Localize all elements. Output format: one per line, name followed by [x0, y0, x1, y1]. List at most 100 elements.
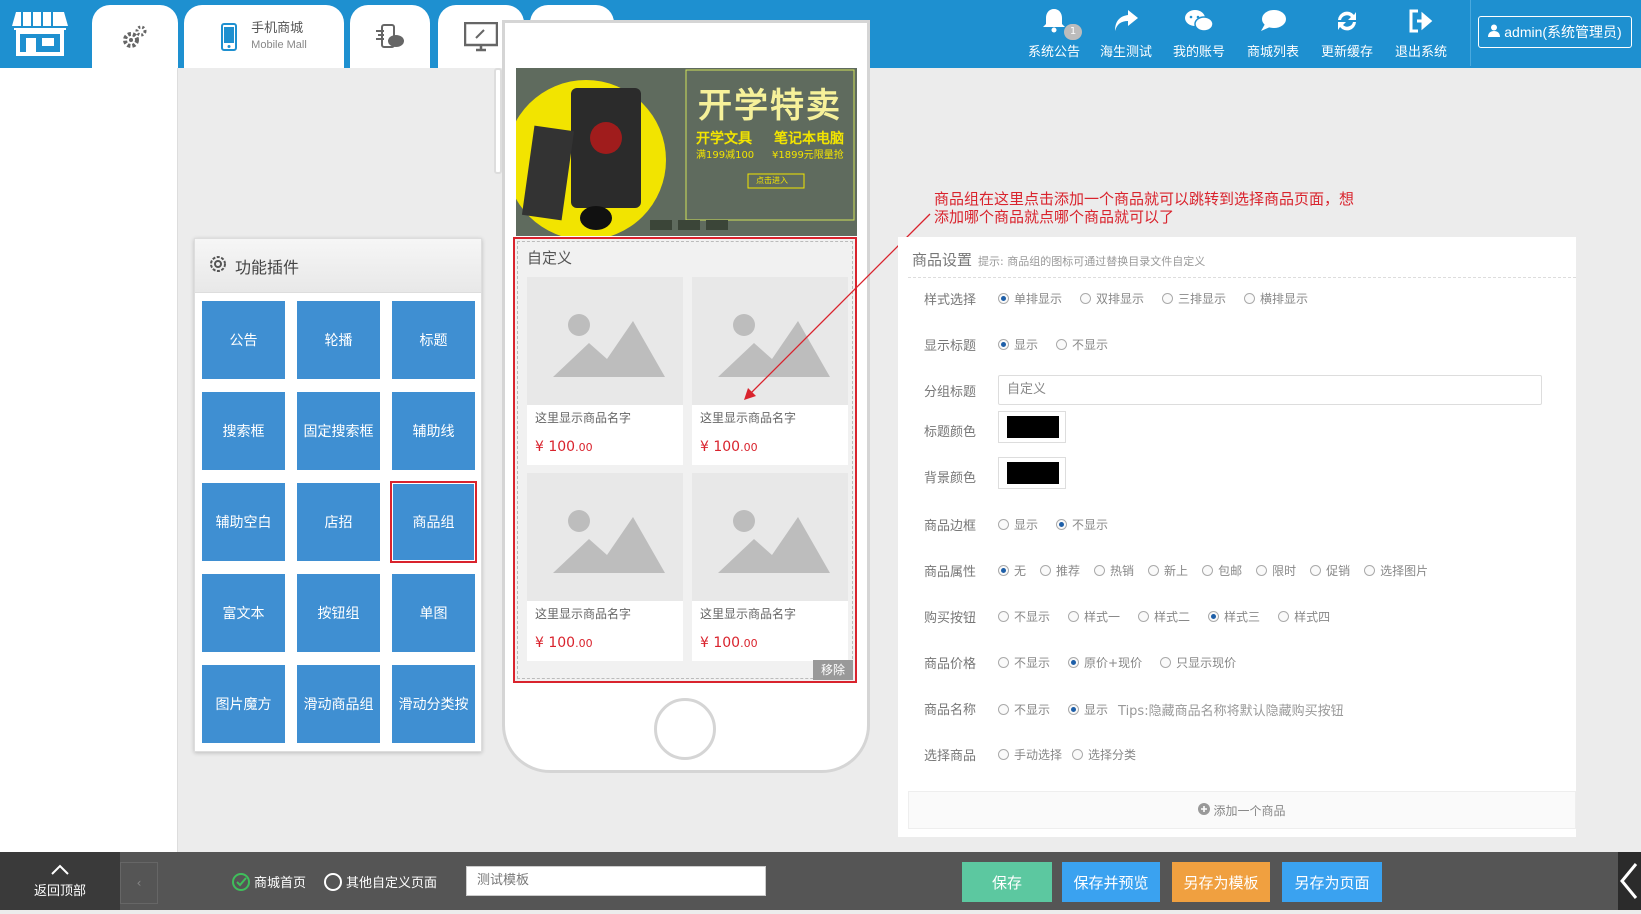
radio-buy-style2[interactable]: 样式二 [1138, 608, 1190, 625]
radio-border-show[interactable]: 显示 [998, 516, 1038, 533]
radio-select-category[interactable]: 选择分类 [1072, 746, 1136, 763]
banner-headline: 开学特卖 [698, 86, 842, 126]
nav-label: 我的账号 [1172, 45, 1225, 60]
plugin-fixed-search[interactable]: 固定搜索框 [297, 392, 380, 470]
radio-hide-title[interactable]: 不显示 [1056, 336, 1108, 353]
radio-style-triple[interactable]: 三排显示 [1162, 290, 1226, 307]
tab-settings[interactable] [92, 5, 178, 68]
nav-logout[interactable]: 退出系统 [1392, 8, 1450, 60]
save-template-button[interactable]: 另存为模板 [1172, 862, 1270, 902]
plus-circle-icon [1198, 802, 1211, 818]
plugin-rich-text[interactable]: 富文本 [202, 574, 285, 652]
admin-label: admin(系统管理员) [1504, 24, 1622, 40]
plugin-notice[interactable]: 公告 [202, 301, 285, 379]
radio-mall-home[interactable]: 商城首页 [232, 872, 306, 891]
bg-color-picker[interactable] [998, 457, 1066, 489]
title-color-picker[interactable] [998, 411, 1066, 443]
nav-system-notice[interactable]: 1 系统公告 [1026, 8, 1082, 60]
remove-button[interactable]: 移除 [813, 660, 853, 680]
goods-card[interactable]: 这里显示商品名字 ¥ 100.00 [527, 277, 683, 465]
group-title-label: 分组标题 [924, 385, 977, 400]
tab-mobile-mall[interactable]: 手机商城 Mobile Mall [184, 5, 344, 68]
radio-name-hide[interactable]: 不显示 [998, 700, 1050, 719]
back-top-label: 返回顶部 [33, 883, 86, 899]
group-title-input[interactable]: 自定义 [998, 375, 1542, 405]
back-to-top-button[interactable]: 返回顶部 [0, 852, 120, 910]
select-radio-group: 手动选择 选择分类 [998, 746, 1136, 763]
radio-attr-recommend[interactable]: 推荐 [1040, 562, 1080, 579]
template-name-input[interactable]: 测试模板 [466, 866, 766, 896]
radio-custom-page[interactable]: 其他自定义页面 [324, 872, 437, 891]
nav-test[interactable]: 海生测试 [1098, 8, 1154, 60]
plugin-carousel[interactable]: 轮播 [297, 301, 380, 379]
plugin-single-image[interactable]: 单图 [392, 574, 475, 652]
plugin-slide-goods[interactable]: 滑动商品组 [297, 665, 380, 743]
radio-attr-hot[interactable]: 热销 [1094, 562, 1134, 579]
plugin-goods-group[interactable]: 商品组 [390, 481, 477, 563]
user-icon [1488, 24, 1501, 40]
radio-buy-hide[interactable]: 不显示 [998, 608, 1050, 625]
banner-left-title: 开学文具 [696, 131, 752, 147]
radio-attr-new[interactable]: 新上 [1148, 562, 1188, 579]
admin-button[interactable]: admin(系统管理员) [1478, 16, 1632, 48]
border-label: 商品边框 [924, 519, 977, 534]
plugin-panel: 功能插件 公告 轮播 标题 搜索框 固定搜索框 辅助线 辅助空白 店招 商品组 … [194, 238, 482, 752]
goods-price: ¥ 100.00 [535, 439, 593, 455]
save-preview-button[interactable]: 保存并预览 [1062, 862, 1160, 902]
nav-refresh-cache[interactable]: 更新缓存 [1318, 8, 1376, 60]
store-logo-icon[interactable] [12, 8, 68, 56]
save-page-button[interactable]: 另存为页面 [1282, 862, 1382, 902]
radio-style-single[interactable]: 单排显示 [998, 290, 1062, 307]
goods-card[interactable]: 这里显示商品名字 ¥ 100.00 [527, 473, 683, 661]
radio-attr-promo[interactable]: 促销 [1310, 562, 1350, 579]
radio-style-horizontal[interactable]: 横排显示 [1244, 290, 1308, 307]
nav-my-account[interactable]: 我的账号 [1170, 8, 1228, 60]
save-button[interactable]: 保存 [962, 862, 1052, 902]
radio-buy-style3[interactable]: 样式三 [1208, 608, 1260, 625]
radio-show-title[interactable]: 显示 [998, 336, 1038, 353]
footer-prev-icon[interactable]: ‹ [120, 862, 158, 904]
plugin-blank[interactable]: 辅助空白 [202, 483, 285, 561]
nav-label: 退出系统 [1394, 45, 1447, 60]
annotation-note: 商品组在这里点击添加一个商品就可以跳转到选择商品页面，想 添加哪个商品就点哪个商… [934, 190, 1454, 226]
radio-select-manual[interactable]: 手动选择 [998, 746, 1062, 763]
plugin-button-group[interactable]: 按钮组 [297, 574, 380, 652]
chat-icon [1259, 9, 1287, 41]
style-label: 样式选择 [924, 293, 977, 308]
name-tips: Tips:隐藏商品名称将默认隐藏购买按钮 [1118, 704, 1344, 719]
plugin-slide-category[interactable]: 滑动分类按 [392, 665, 475, 743]
price-radio-group: 不显示 原价+现价 只显示现价 [998, 654, 1236, 671]
radio-price-hide[interactable]: 不显示 [998, 654, 1050, 671]
goods-card[interactable]: 这里显示商品名字 ¥ 100.00 [692, 473, 848, 661]
goods-group-title: 自定义 [527, 249, 573, 267]
nav-label: 商城列表 [1246, 45, 1299, 60]
banner-left-sub: 满199减100 [696, 150, 755, 161]
collapse-arrow-icon[interactable] [1618, 852, 1641, 910]
radio-attr-free-shipping[interactable]: 包邮 [1202, 562, 1242, 579]
radio-buy-style1[interactable]: 样式一 [1068, 608, 1120, 625]
radio-price-both[interactable]: 原价+现价 [1068, 654, 1142, 671]
plugin-guide-line[interactable]: 辅助线 [392, 392, 475, 470]
plugin-search[interactable]: 搜索框 [202, 392, 285, 470]
radio-buy-style4[interactable]: 样式四 [1278, 608, 1330, 625]
radio-attr-none[interactable]: 无 [998, 562, 1026, 579]
attr-label: 商品属性 [924, 565, 977, 580]
name-radio-group: 不显示 显示 Tips:隐藏商品名称将默认隐藏购买按钮 [998, 700, 1344, 719]
tab-wechat[interactable] [350, 5, 430, 68]
add-goods-button[interactable]: 添加一个商品 [908, 791, 1576, 829]
plugin-image-cube[interactable]: 图片魔方 [202, 665, 285, 743]
nav-mall-list[interactable]: 商城列表 [1244, 8, 1302, 60]
radio-style-double[interactable]: 双排显示 [1080, 290, 1144, 307]
phone-icon [221, 22, 238, 51]
phone-home-button [654, 698, 716, 760]
plugin-title[interactable]: 标题 [392, 301, 475, 379]
radio-attr-image[interactable]: 选择图片 [1364, 562, 1428, 579]
plugin-shop-sign[interactable]: 店招 [297, 483, 380, 561]
radio-name-show[interactable]: 显示 Tips:隐藏商品名称将默认隐藏购买按钮 [1068, 700, 1344, 719]
goods-price: ¥ 100.00 [700, 635, 758, 651]
banner-right-title: 笔记本电脑 [774, 131, 844, 147]
radio-attr-limited[interactable]: 限时 [1256, 562, 1296, 579]
radio-border-hide[interactable]: 不显示 [1056, 516, 1108, 533]
banner-cta: 点击进入 [756, 176, 788, 185]
radio-price-current[interactable]: 只显示现价 [1160, 654, 1236, 671]
